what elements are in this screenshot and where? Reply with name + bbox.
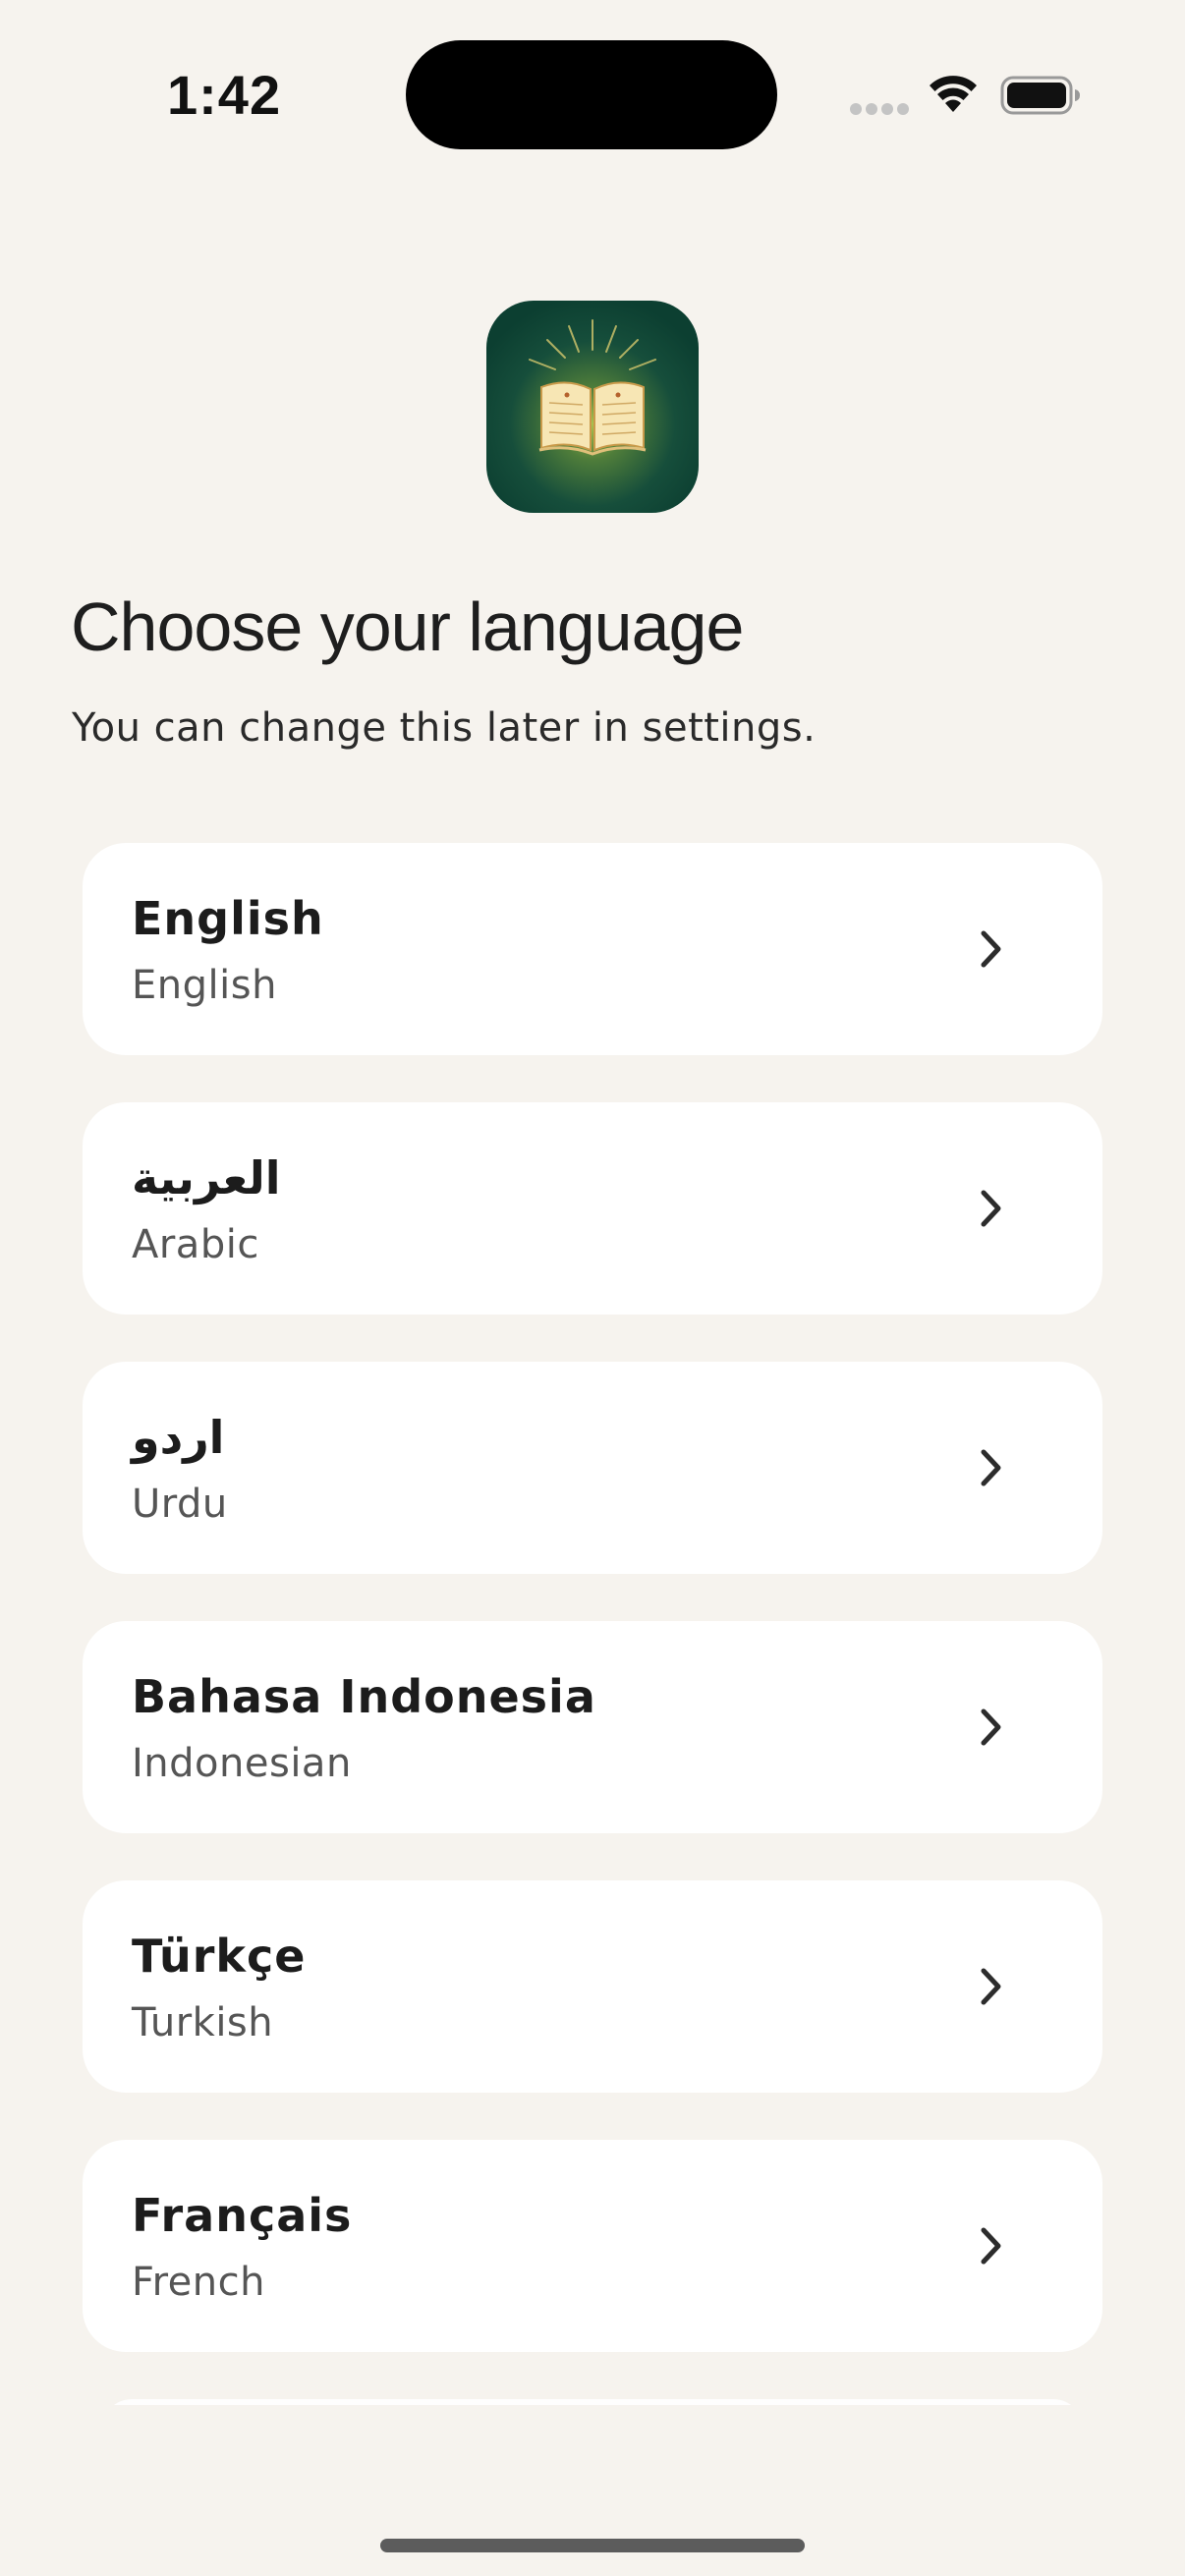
page-subtitle: You can change this later in settings. bbox=[72, 705, 817, 751]
page-title: Choose your language bbox=[71, 588, 744, 665]
language-english-name: Urdu bbox=[132, 1482, 228, 1527]
language-list: English English العربية Arabic اردو Urdu… bbox=[83, 843, 1102, 2399]
language-option-indonesian[interactable]: Bahasa Indonesia Indonesian bbox=[83, 1621, 1102, 1833]
wifi-icon bbox=[930, 76, 977, 112]
language-option-arabic[interactable]: العربية Arabic bbox=[83, 1102, 1102, 1315]
language-native-name: Türkçe bbox=[132, 1930, 307, 1983]
chevron-right-icon bbox=[981, 1968, 1001, 2005]
language-english-name: Arabic bbox=[132, 1222, 259, 1267]
chevron-right-icon bbox=[981, 1708, 1001, 1746]
chevron-right-icon bbox=[981, 930, 1001, 968]
home-indicator[interactable] bbox=[380, 2539, 805, 2552]
chevron-right-icon bbox=[981, 1190, 1001, 1227]
language-native-name: English bbox=[132, 892, 324, 945]
language-english-name: Indonesian bbox=[132, 1741, 352, 1786]
signal-dots-icon bbox=[850, 103, 909, 115]
language-english-name: Turkish bbox=[132, 2000, 274, 2045]
battery-icon bbox=[1000, 76, 1080, 115]
language-option-french[interactable]: Français French bbox=[83, 2140, 1102, 2352]
language-native-name: Français bbox=[132, 2189, 353, 2242]
language-english-name: English bbox=[132, 963, 277, 1008]
open-book-icon bbox=[486, 301, 699, 513]
language-native-name: Bahasa Indonesia bbox=[132, 1670, 596, 1723]
language-native-name: اردو bbox=[132, 1411, 225, 1464]
language-english-name: French bbox=[132, 2260, 265, 2305]
chevron-right-icon bbox=[981, 1449, 1001, 1486]
language-native-name: العربية bbox=[132, 1151, 281, 1204]
language-option-turkish[interactable]: Türkçe Turkish bbox=[83, 1880, 1102, 2093]
status-bar: 1:42 bbox=[0, 0, 1185, 196]
dynamic-island bbox=[406, 40, 777, 149]
language-option-urdu[interactable]: اردو Urdu bbox=[83, 1362, 1102, 1574]
status-time: 1:42 bbox=[167, 64, 282, 126]
language-option-english[interactable]: English English bbox=[83, 843, 1102, 1055]
chevron-right-icon bbox=[981, 2227, 1001, 2265]
